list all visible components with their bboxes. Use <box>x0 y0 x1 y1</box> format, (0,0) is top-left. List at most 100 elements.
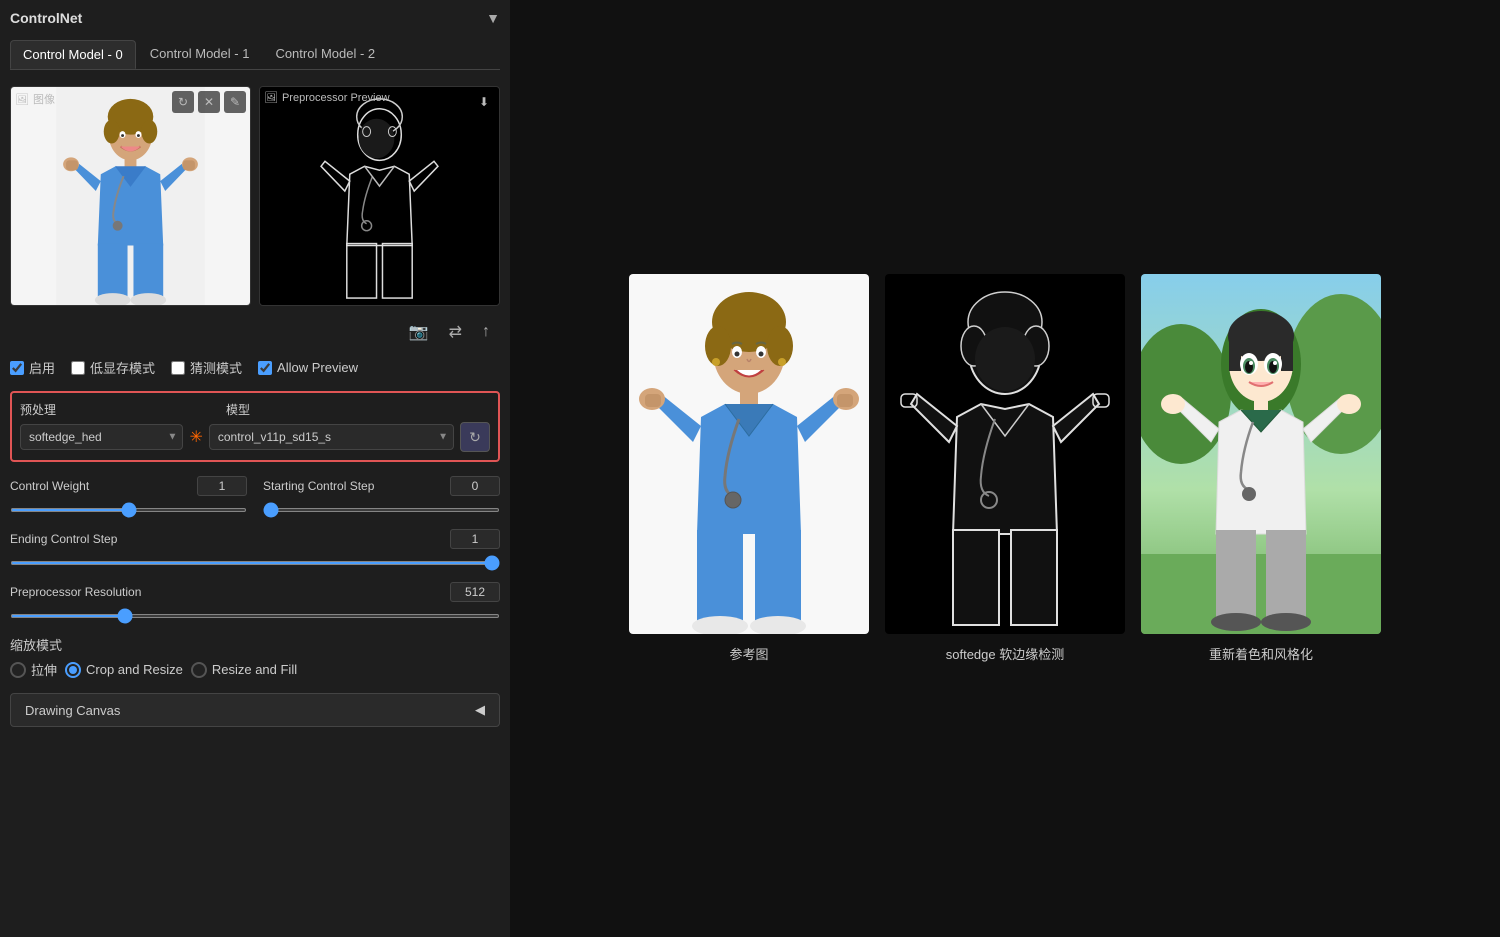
scale-options: 拉伸 Crop and Resize Resize and Fill <box>10 660 500 679</box>
allow-preview-label: Allow Preview <box>277 360 358 375</box>
guess-mode-label: 猜测模式 <box>190 358 242 377</box>
panel-collapse-btn[interactable]: ▼ <box>486 10 500 26</box>
source-refresh-btn[interactable]: ↻ <box>172 91 194 113</box>
panel-header: ControlNet ▼ <box>10 10 500 26</box>
low-vram-option[interactable]: 低显存模式 <box>71 358 155 377</box>
scale-resize-fill-radio[interactable] <box>191 662 207 678</box>
nurse-source-svg <box>11 87 250 305</box>
control-weight-label: Control Weight <box>10 479 89 493</box>
enable-checkbox[interactable] <box>10 361 24 375</box>
edge-detection-svg <box>260 87 499 305</box>
preprocessor-preview-box: 🖼 Preprocessor Preview ⬇ <box>259 86 500 306</box>
starting-step-label: Starting Control Step <box>263 479 374 493</box>
model-controls: softedge_hed canny depth normal openpose… <box>20 422 490 452</box>
ending-step-slider[interactable] <box>10 561 500 565</box>
scale-stretch-label: 拉伸 <box>31 660 57 679</box>
ending-step-section: Ending Control Step <box>10 529 500 568</box>
right-panel: 参考图 <box>510 0 1500 937</box>
drawing-canvas-btn[interactable]: Drawing Canvas ◀ <box>10 693 500 727</box>
output-images: 参考图 <box>629 274 1381 663</box>
preprocessor-resolution-slider[interactable] <box>10 614 500 618</box>
edge-output-image <box>885 274 1125 634</box>
model-row-labels: 预处理 模型 <box>20 401 490 418</box>
starting-step-section: Starting Control Step <box>263 476 500 515</box>
preprocessor-select-wrapper: softedge_hed canny depth normal openpose… <box>20 424 183 450</box>
preprocessor-row-label: 预处理 <box>20 401 196 418</box>
control-weight-slider[interactable] <box>10 508 247 512</box>
swap-btn[interactable]: ⇄ <box>443 318 468 346</box>
reference-label: 参考图 <box>729 644 768 663</box>
tab-control-model-0[interactable]: Control Model - 0 <box>10 40 136 69</box>
preprocessor-resolution-label: Preprocessor Resolution <box>10 585 141 599</box>
source-edit-btn[interactable]: ✎ <box>224 91 246 113</box>
tab-control-model-2[interactable]: Control Model - 2 <box>263 40 387 69</box>
model-refresh-btn[interactable]: ↻ <box>460 422 490 452</box>
output-img-2: 重新着色和风格化 <box>1141 274 1381 663</box>
allow-preview-checkbox[interactable] <box>258 361 272 375</box>
control-weight-section: Control Weight <box>10 476 247 515</box>
edge-output-svg <box>885 274 1125 634</box>
source-image-label: 🖼 图像 <box>15 91 55 107</box>
styled-output-svg <box>1141 274 1381 634</box>
preprocessor-resolution-row: Preprocessor Resolution <box>10 582 500 602</box>
options-row: 启用 低显存模式 猜测模式 Allow Preview <box>10 358 500 377</box>
starting-step-value[interactable] <box>450 476 500 496</box>
fire-icon: ✳ <box>189 427 202 447</box>
styled-label: 重新着色和风格化 <box>1209 644 1313 663</box>
starting-step-row: Starting Control Step <box>263 476 500 496</box>
allow-preview-option[interactable]: Allow Preview <box>258 360 358 375</box>
model-select[interactable]: control_v11p_sd15_s control_v11p_sd15_ca… <box>209 424 454 450</box>
guess-mode-checkbox[interactable] <box>171 361 185 375</box>
low-vram-label: 低显存模式 <box>90 358 155 377</box>
scale-mode-section: 缩放模式 拉伸 Crop and Resize Resize and Fill <box>10 635 500 679</box>
model-row: 预处理 模型 softedge_hed canny depth normal o… <box>10 391 500 462</box>
ending-step-value[interactable] <box>450 529 500 549</box>
preprocessor-resolution-section: Preprocessor Resolution <box>10 582 500 621</box>
scale-resize-fill-label: Resize and Fill <box>212 662 297 677</box>
ending-step-row: Ending Control Step <box>10 529 500 549</box>
left-panel: ControlNet ▼ Control Model - 0 Control M… <box>0 0 510 937</box>
control-weight-value[interactable] <box>197 476 247 496</box>
scale-mode-label: 缩放模式 <box>10 635 500 654</box>
scale-resize-fill-option[interactable]: Resize and Fill <box>191 662 297 678</box>
styled-output-image <box>1141 274 1381 634</box>
scale-crop-resize-label: Crop and Resize <box>86 662 183 677</box>
camera-btn[interactable]: 📷 <box>403 318 435 346</box>
output-img-0: 参考图 <box>629 274 869 663</box>
enable-label: 启用 <box>29 358 55 377</box>
model-row-label: 模型 <box>226 401 490 418</box>
scale-stretch-radio[interactable] <box>10 662 26 678</box>
two-col-sliders: Control Weight Starting Control Step <box>10 476 500 521</box>
reference-nurse-svg <box>629 274 869 634</box>
source-close-btn[interactable]: ✕ <box>198 91 220 113</box>
output-img-1: softedge 软边缘检测 <box>885 274 1125 663</box>
scale-crop-resize-option[interactable]: Crop and Resize <box>65 662 183 678</box>
drawing-canvas-icon: ◀ <box>475 702 485 718</box>
scale-crop-resize-radio[interactable] <box>65 662 81 678</box>
enable-option[interactable]: 启用 <box>10 358 55 377</box>
source-image-controls: ↻ ✕ ✎ <box>172 91 246 113</box>
control-weight-row: Control Weight <box>10 476 247 496</box>
panel-title: ControlNet <box>10 10 82 26</box>
scale-stretch-option[interactable]: 拉伸 <box>10 660 57 679</box>
ending-step-label: Ending Control Step <box>10 532 117 546</box>
reference-image <box>629 274 869 634</box>
preprocessor-select[interactable]: softedge_hed canny depth normal openpose <box>20 424 183 450</box>
drawing-canvas-label: Drawing Canvas <box>25 703 120 718</box>
starting-step-slider[interactable] <box>263 508 500 512</box>
tabs-container: Control Model - 0 Control Model - 1 Cont… <box>10 40 500 70</box>
guess-mode-option[interactable]: 猜测模式 <box>171 358 242 377</box>
upload-btn[interactable]: ↑ <box>476 318 496 346</box>
low-vram-checkbox[interactable] <box>71 361 85 375</box>
tab-control-model-1[interactable]: Control Model - 1 <box>138 40 262 69</box>
image-icon: 🖼 <box>15 93 29 106</box>
model-select-wrapper: control_v11p_sd15_s control_v11p_sd15_ca… <box>209 424 454 450</box>
edge-detection-label: softedge 软边缘检测 <box>946 644 1065 663</box>
preprocessor-controls: ⬇ <box>473 91 495 113</box>
preprocessor-label: 🖼 Preprocessor Preview <box>264 91 390 104</box>
preprocessor-resolution-value[interactable] <box>450 582 500 602</box>
preprocessor-download-btn[interactable]: ⬇ <box>473 91 495 113</box>
action-row: 📷 ⇄ ↑ <box>10 318 500 346</box>
preprocessor-icon: 🖼 <box>264 91 278 104</box>
image-row: 🖼 图像 ↻ ✕ ✎ <box>10 86 500 306</box>
